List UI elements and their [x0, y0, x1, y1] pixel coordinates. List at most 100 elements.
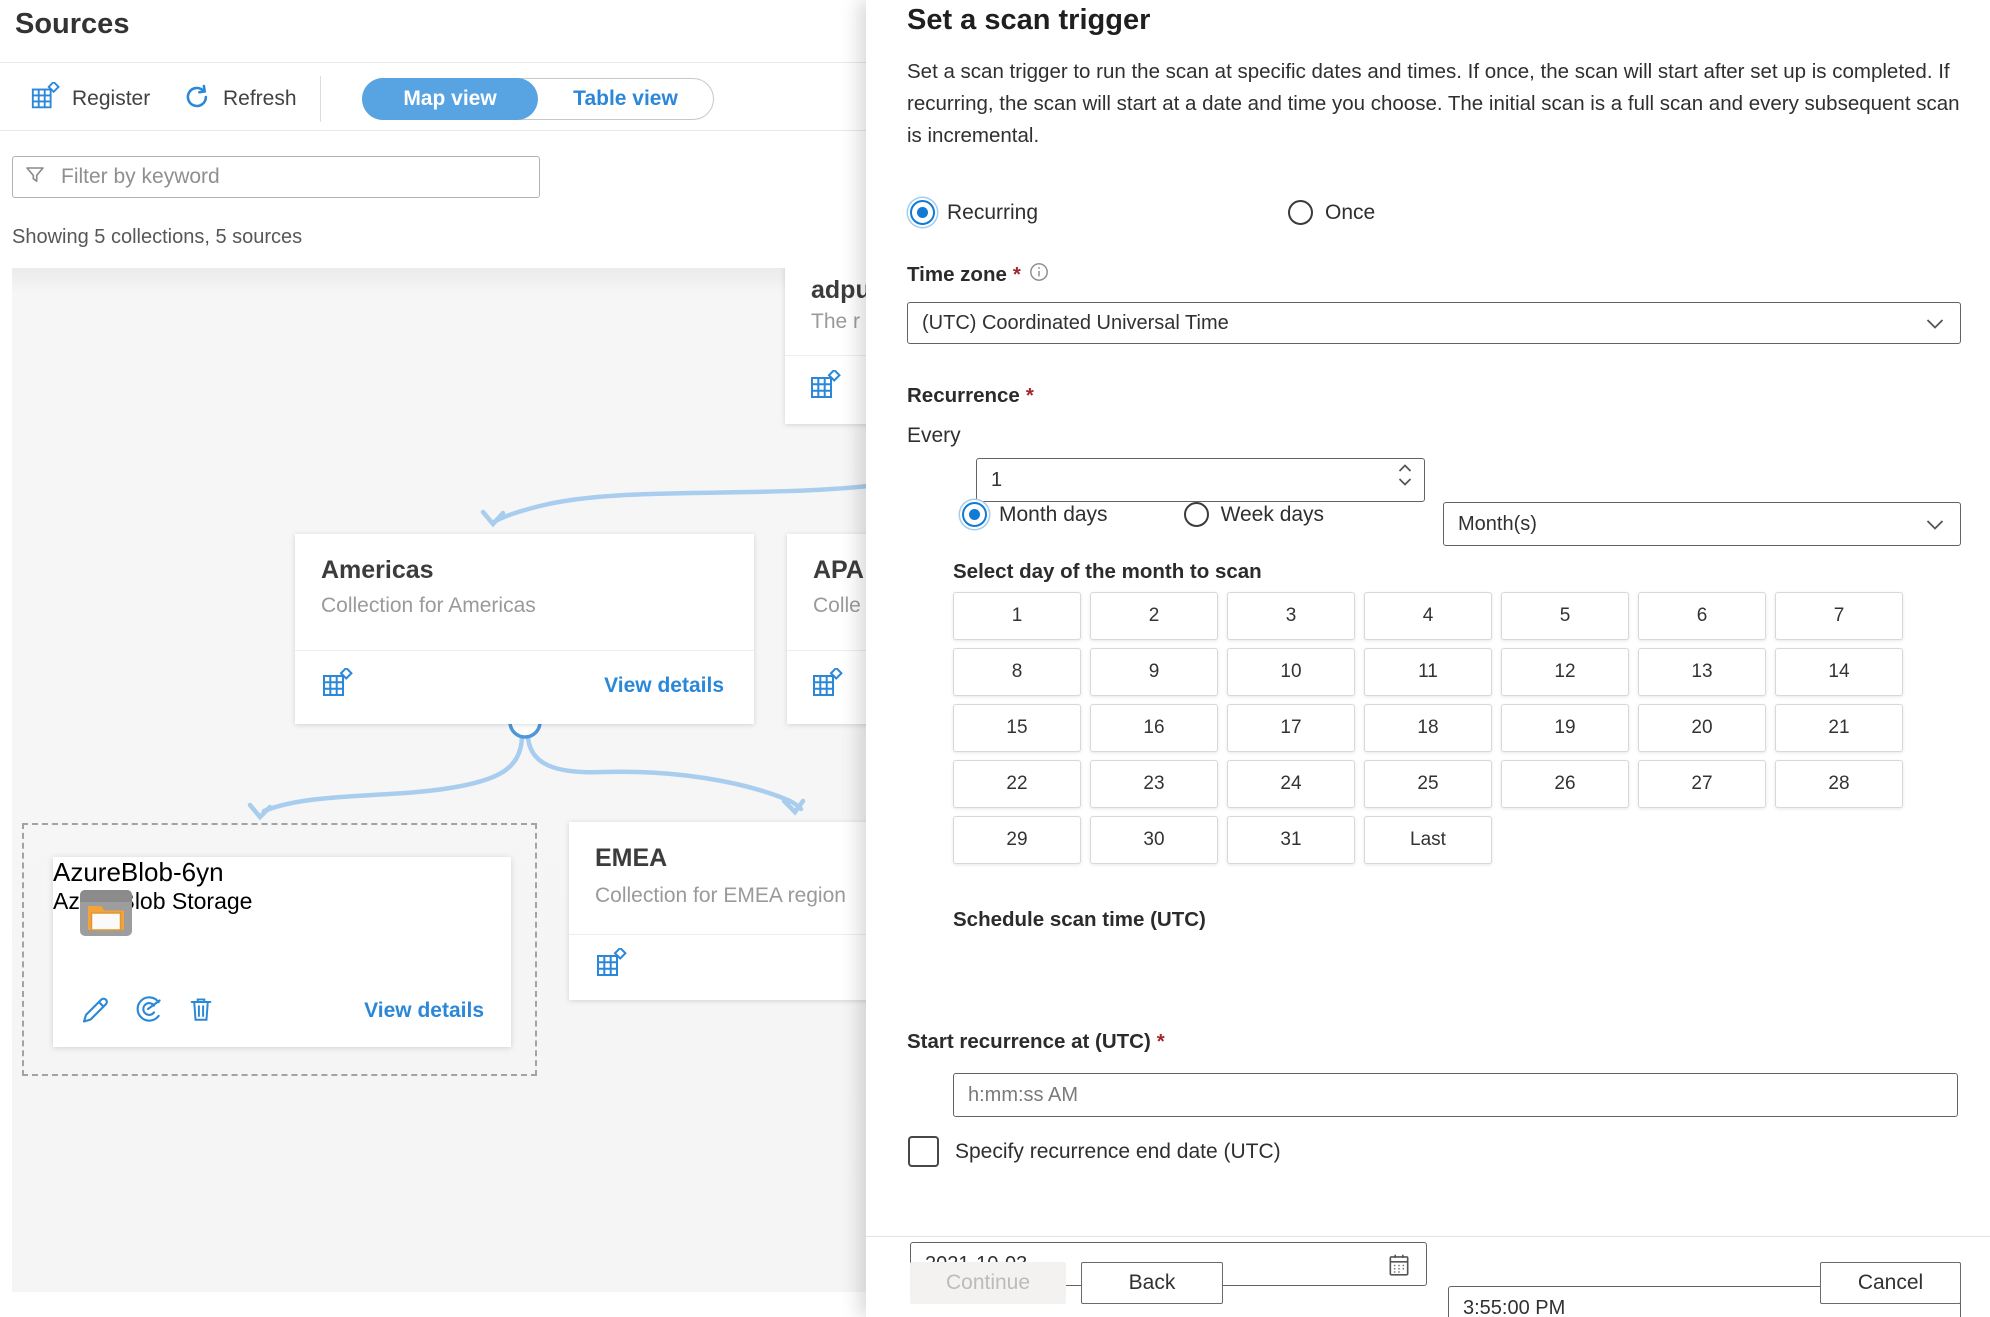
day-button[interactable]: 29 — [953, 816, 1081, 864]
day-button[interactable]: 3 — [1227, 592, 1355, 640]
panel-title: Set a scan trigger — [907, 4, 1151, 36]
day-button[interactable]: 19 — [1501, 704, 1629, 752]
schedule-time-input[interactable] — [953, 1073, 1958, 1117]
day-button[interactable]: 11 — [1364, 648, 1492, 696]
day-button[interactable]: 15 — [953, 704, 1081, 752]
day-button[interactable]: 26 — [1501, 760, 1629, 808]
day-button[interactable]: 7 — [1775, 592, 1903, 640]
month-days-label[interactable]: Month days — [999, 503, 1108, 527]
view-details-link[interactable]: View details — [364, 999, 484, 1023]
source-title: AzureBlob-6yn — [53, 857, 224, 887]
day-button[interactable]: 14 — [1775, 648, 1903, 696]
day-mode-radio-group: Month days Week days — [962, 502, 1324, 527]
day-grid: 1 2 3 4 5 6 7 8 9 10 11 12 13 14 15 16 1… — [953, 592, 1903, 864]
day-button[interactable]: 6 — [1638, 592, 1766, 640]
register-button[interactable]: Register — [30, 76, 150, 122]
edit-pencil-icon[interactable] — [79, 994, 109, 1029]
day-button[interactable]: 4 — [1364, 592, 1492, 640]
day-button[interactable]: 18 — [1364, 704, 1492, 752]
tab-table-view[interactable]: Table view — [538, 87, 713, 111]
day-button[interactable]: 12 — [1501, 648, 1629, 696]
day-button[interactable]: 28 — [1775, 760, 1903, 808]
interval-unit-value: Month(s) — [1458, 512, 1537, 535]
collection-subtitle: The r — [811, 310, 861, 333]
info-icon[interactable] — [1029, 262, 1049, 288]
panel-description: Set a scan trigger to run the scan at sp… — [907, 60, 1960, 147]
day-button[interactable]: 27 — [1638, 760, 1766, 808]
day-button[interactable]: 9 — [1090, 648, 1218, 696]
day-button-last[interactable]: Last — [1364, 816, 1492, 864]
day-button[interactable]: 16 — [1090, 704, 1218, 752]
day-button[interactable]: 22 — [953, 760, 1081, 808]
cancel-button[interactable]: Cancel — [1820, 1262, 1961, 1304]
tab-map-view[interactable]: Map view — [362, 78, 538, 120]
once-radio[interactable] — [1288, 200, 1314, 225]
chevron-down-icon — [1926, 518, 1944, 536]
recurring-label[interactable]: Recurring — [947, 201, 1038, 225]
refresh-icon — [183, 83, 211, 116]
number-spinner[interactable] — [1398, 464, 1412, 486]
frequency-radio-group: Recurring Once — [910, 200, 1375, 225]
filter-box — [12, 156, 540, 198]
view-toggle: Map view Table view — [362, 78, 714, 120]
card-divider — [569, 934, 866, 935]
results-summary: Showing 5 collections, 5 sources — [12, 226, 303, 248]
week-days-label[interactable]: Week days — [1221, 503, 1325, 527]
back-button[interactable]: Back — [1081, 1262, 1223, 1304]
page-title: Sources — [15, 8, 130, 40]
week-days-radio[interactable] — [1183, 502, 1209, 527]
collection-subtitle: Collection for EMEA region — [595, 884, 846, 907]
filter-input[interactable] — [59, 164, 529, 190]
collection-card-apac[interactable]: APA Colle — [787, 534, 866, 724]
day-button[interactable]: 13 — [1638, 648, 1766, 696]
continue-button[interactable]: Continue — [910, 1262, 1066, 1304]
card-divider — [787, 650, 866, 651]
interval-number-input[interactable] — [976, 458, 1425, 502]
day-button[interactable]: 2 — [1090, 592, 1218, 640]
collection-card-root[interactable]: adpu The r — [785, 268, 866, 424]
footer-divider — [866, 1236, 1990, 1237]
collection-title: adpu — [811, 276, 866, 304]
collection-icon — [321, 666, 353, 705]
day-button[interactable]: 23 — [1090, 760, 1218, 808]
collection-card-americas[interactable]: Americas Collection for Americas View de… — [295, 534, 754, 724]
source-card-azureblob[interactable]: AzureBlob-6yn Azure Blob Storage View de… — [53, 857, 511, 1047]
day-button[interactable]: 1 — [953, 592, 1081, 640]
day-button[interactable]: 31 — [1227, 816, 1355, 864]
collection-icon — [595, 946, 627, 985]
day-button[interactable]: 24 — [1227, 760, 1355, 808]
end-date-checkbox[interactable] — [908, 1136, 939, 1167]
calendar-icon[interactable] — [1386, 1252, 1412, 1283]
interval-value[interactable] — [977, 467, 1424, 493]
schedule-time-value[interactable] — [954, 1082, 1957, 1108]
once-label[interactable]: Once — [1325, 201, 1375, 225]
collection-card-emea[interactable]: EMEA Collection for EMEA region — [569, 822, 866, 1000]
day-button[interactable]: 5 — [1501, 592, 1629, 640]
day-button[interactable]: 10 — [1227, 648, 1355, 696]
recurring-radio[interactable] — [910, 200, 935, 225]
app-window: Sources Register Refresh Map view Table … — [0, 0, 1990, 1317]
day-button[interactable]: 30 — [1090, 816, 1218, 864]
day-button[interactable]: 17 — [1227, 704, 1355, 752]
card-divider — [295, 650, 754, 651]
month-days-radio[interactable] — [962, 502, 987, 527]
start-recurrence-label: Start recurrence at (UTC) * — [907, 1030, 1165, 1054]
collection-title: EMEA — [595, 844, 668, 872]
end-date-row: Specify recurrence end date (UTC) — [908, 1136, 1281, 1167]
end-date-checkbox-label[interactable]: Specify recurrence end date (UTC) — [955, 1140, 1281, 1164]
delete-trash-icon[interactable] — [187, 994, 215, 1029]
interval-unit-select[interactable]: Month(s) — [1443, 502, 1961, 546]
time-zone-select[interactable]: (UTC) Coordinated Universal Time — [907, 302, 1961, 344]
view-details-link[interactable]: View details — [604, 674, 724, 698]
day-button[interactable]: 8 — [953, 648, 1081, 696]
collection-subtitle: Collection for Americas — [321, 594, 536, 617]
scan-icon[interactable] — [133, 994, 163, 1029]
day-button[interactable]: 25 — [1364, 760, 1492, 808]
day-button[interactable]: 20 — [1638, 704, 1766, 752]
day-button[interactable]: 21 — [1775, 704, 1903, 752]
map-canvas: adpu The r Americas Collection for Ameri… — [12, 268, 866, 1292]
time-zone-value: (UTC) Coordinated Universal Time — [922, 311, 1229, 334]
selected-source-outline: AzureBlob-6yn Azure Blob Storage View de… — [22, 823, 537, 1076]
refresh-button[interactable]: Refresh — [183, 76, 297, 122]
collection-icon — [809, 368, 841, 407]
